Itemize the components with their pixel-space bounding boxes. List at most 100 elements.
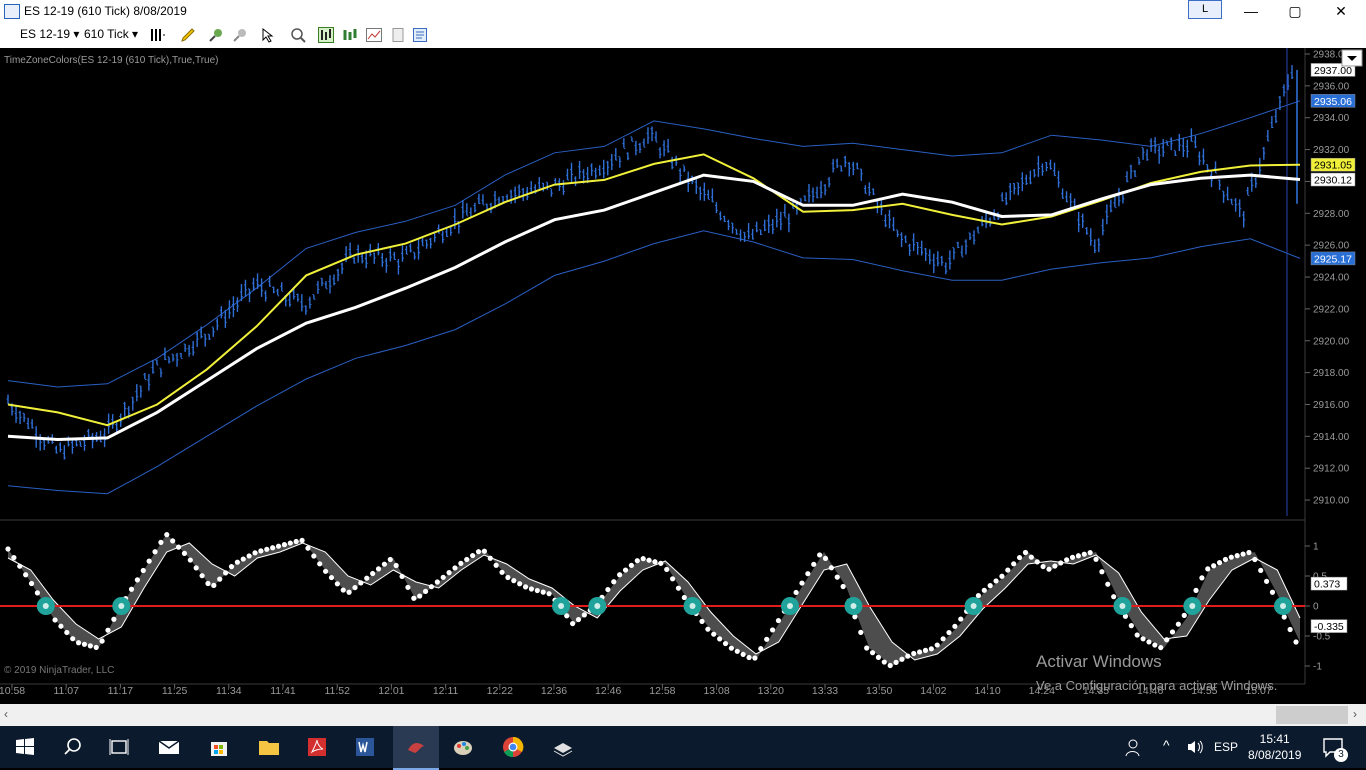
oscillator-dot — [428, 584, 435, 590]
zoom-icon[interactable] — [290, 27, 306, 43]
scroll-right-icon[interactable]: › — [1353, 707, 1357, 721]
oscillator-dot — [75, 640, 82, 646]
template-icon[interactable] — [412, 27, 428, 43]
mail-icon[interactable] — [158, 736, 180, 758]
word-icon[interactable] — [354, 736, 376, 758]
oscillator-dot — [1016, 554, 1023, 561]
minimize-button[interactable]: — — [1228, 0, 1274, 22]
oscillator-dot — [370, 570, 376, 577]
x-tick-label: 12:11 — [433, 685, 459, 697]
oscillator-dot — [446, 570, 452, 576]
oscillator-dot — [911, 650, 917, 657]
pencil-icon[interactable] — [180, 27, 196, 43]
price-y-tick-label: 2920.00 — [1313, 336, 1350, 347]
people-icon[interactable] — [1124, 737, 1146, 759]
x-tick-label: 14:10 — [974, 685, 1000, 697]
oscillator-dot — [352, 584, 358, 591]
oscillator-dot — [58, 623, 64, 629]
oscillator-dot — [517, 581, 523, 587]
chart-style-icon[interactable] — [366, 27, 382, 43]
system-clock[interactable]: 15:41 8/08/2019 — [1248, 731, 1301, 763]
price-label: 2931.05 — [1314, 160, 1352, 172]
oscillator-dot — [711, 631, 717, 637]
scroll-left-icon[interactable]: ‹ — [4, 707, 8, 721]
oscillator-dot — [170, 538, 176, 544]
stack-app-icon[interactable] — [552, 736, 574, 758]
oscillator-dot — [28, 580, 35, 587]
crosshair-icon[interactable] — [232, 27, 248, 43]
instrument-selector[interactable]: ES 12-19 ▾ — [20, 27, 79, 41]
chrome-icon[interactable] — [502, 736, 524, 758]
bar-style-icon[interactable] — [150, 27, 166, 43]
horizontal-scrollbar[interactable]: ‹ › — [0, 704, 1366, 726]
oscillator-dot — [1087, 550, 1093, 556]
oscillator-dot — [669, 576, 676, 582]
oscillator-dot — [317, 561, 323, 567]
oscillator-dot — [1216, 560, 1223, 566]
zero-cross-marker-center — [42, 603, 49, 609]
chart-app-icon — [4, 4, 20, 19]
oscillator-dot — [1140, 636, 1146, 642]
oscillator-dot — [264, 546, 270, 552]
search-icon[interactable] — [62, 736, 84, 758]
link-button[interactable]: L — [1188, 0, 1222, 19]
task-view-icon[interactable] — [108, 736, 130, 758]
paint-icon[interactable] — [452, 736, 474, 758]
oscillator-dot — [1105, 581, 1111, 587]
oscillator-dot — [328, 574, 335, 581]
chart-panel[interactable]: 2910.00 2912.00 2914.00 2916.00 2918.00 2920.… — [0, 48, 1366, 704]
tray-chevron-icon[interactable]: ^ — [1163, 737, 1170, 753]
windows-start-icon[interactable] — [14, 736, 36, 758]
oscillator-dot — [281, 542, 288, 548]
oscillator-dot — [187, 557, 193, 563]
maximize-button[interactable]: ▢ — [1272, 0, 1318, 22]
oscillator-dot — [346, 589, 352, 595]
oscillator-dot — [705, 626, 711, 632]
oscillator-dot — [740, 651, 746, 658]
oscillator-dot — [140, 567, 146, 574]
x-tick-label: 11:34 — [216, 685, 242, 697]
pointer-icon[interactable] — [260, 27, 276, 43]
osc-y-tick-label: 1 — [1313, 542, 1319, 553]
windows-taskbar: ^ ESP 15:41 8/08/2019 3 — [0, 726, 1366, 770]
oscillator-dot — [252, 550, 258, 556]
file-explorer-icon[interactable] — [258, 736, 280, 758]
pdf-reader-icon[interactable] — [306, 736, 328, 758]
store-icon[interactable] — [208, 736, 230, 758]
oscillator-dot — [1040, 563, 1046, 570]
volume-icon[interactable] — [1186, 739, 1204, 755]
oscillator-dot — [1058, 560, 1064, 566]
oscillator-dot — [205, 580, 211, 587]
oscillator-dot — [211, 582, 217, 588]
x-tick-label: 13:08 — [703, 685, 729, 697]
price-and-oscillator-chart[interactable]: 2910.00 2912.00 2914.00 2916.00 2918.00 2920.… — [0, 48, 1366, 704]
price-y-tick-label: 2916.00 — [1313, 400, 1350, 411]
oscillator-dot — [652, 559, 658, 565]
oscillator-dot — [1293, 639, 1299, 645]
scrollbar-thumb[interactable] — [1276, 706, 1348, 724]
oscillator-dot — [1211, 563, 1217, 569]
oscillator-dot — [522, 584, 529, 590]
interval-selector[interactable]: 610 Tick ▾ — [84, 27, 138, 41]
zero-cross-marker-center — [1189, 603, 1196, 609]
data-box-icon[interactable] — [318, 27, 334, 43]
oscillator-dot — [1069, 554, 1076, 560]
osc-y-tick-label: 0 — [1313, 602, 1319, 613]
oscillator-dot — [1246, 549, 1252, 556]
oscillator-dot — [1152, 642, 1158, 648]
x-tick-label: 14:02 — [920, 685, 946, 697]
oscillator-dot — [622, 567, 629, 573]
oscillator-dot — [499, 569, 505, 575]
properties-icon[interactable] — [390, 27, 406, 43]
close-button[interactable]: ✕ — [1318, 0, 1364, 22]
oscillator-dot — [605, 586, 611, 593]
oscillator-dot — [1164, 637, 1170, 643]
x-tick-label: 10:58 — [0, 685, 25, 697]
chart-trader-icon[interactable] — [342, 27, 358, 43]
pin-icon[interactable] — [208, 27, 224, 43]
price-label: 2937.00 — [1314, 65, 1352, 77]
oscillator-dot — [728, 645, 734, 651]
taskbar-active-app[interactable] — [393, 726, 439, 770]
oscillator-dot — [199, 573, 205, 579]
language-indicator[interactable]: ESP — [1214, 740, 1238, 754]
